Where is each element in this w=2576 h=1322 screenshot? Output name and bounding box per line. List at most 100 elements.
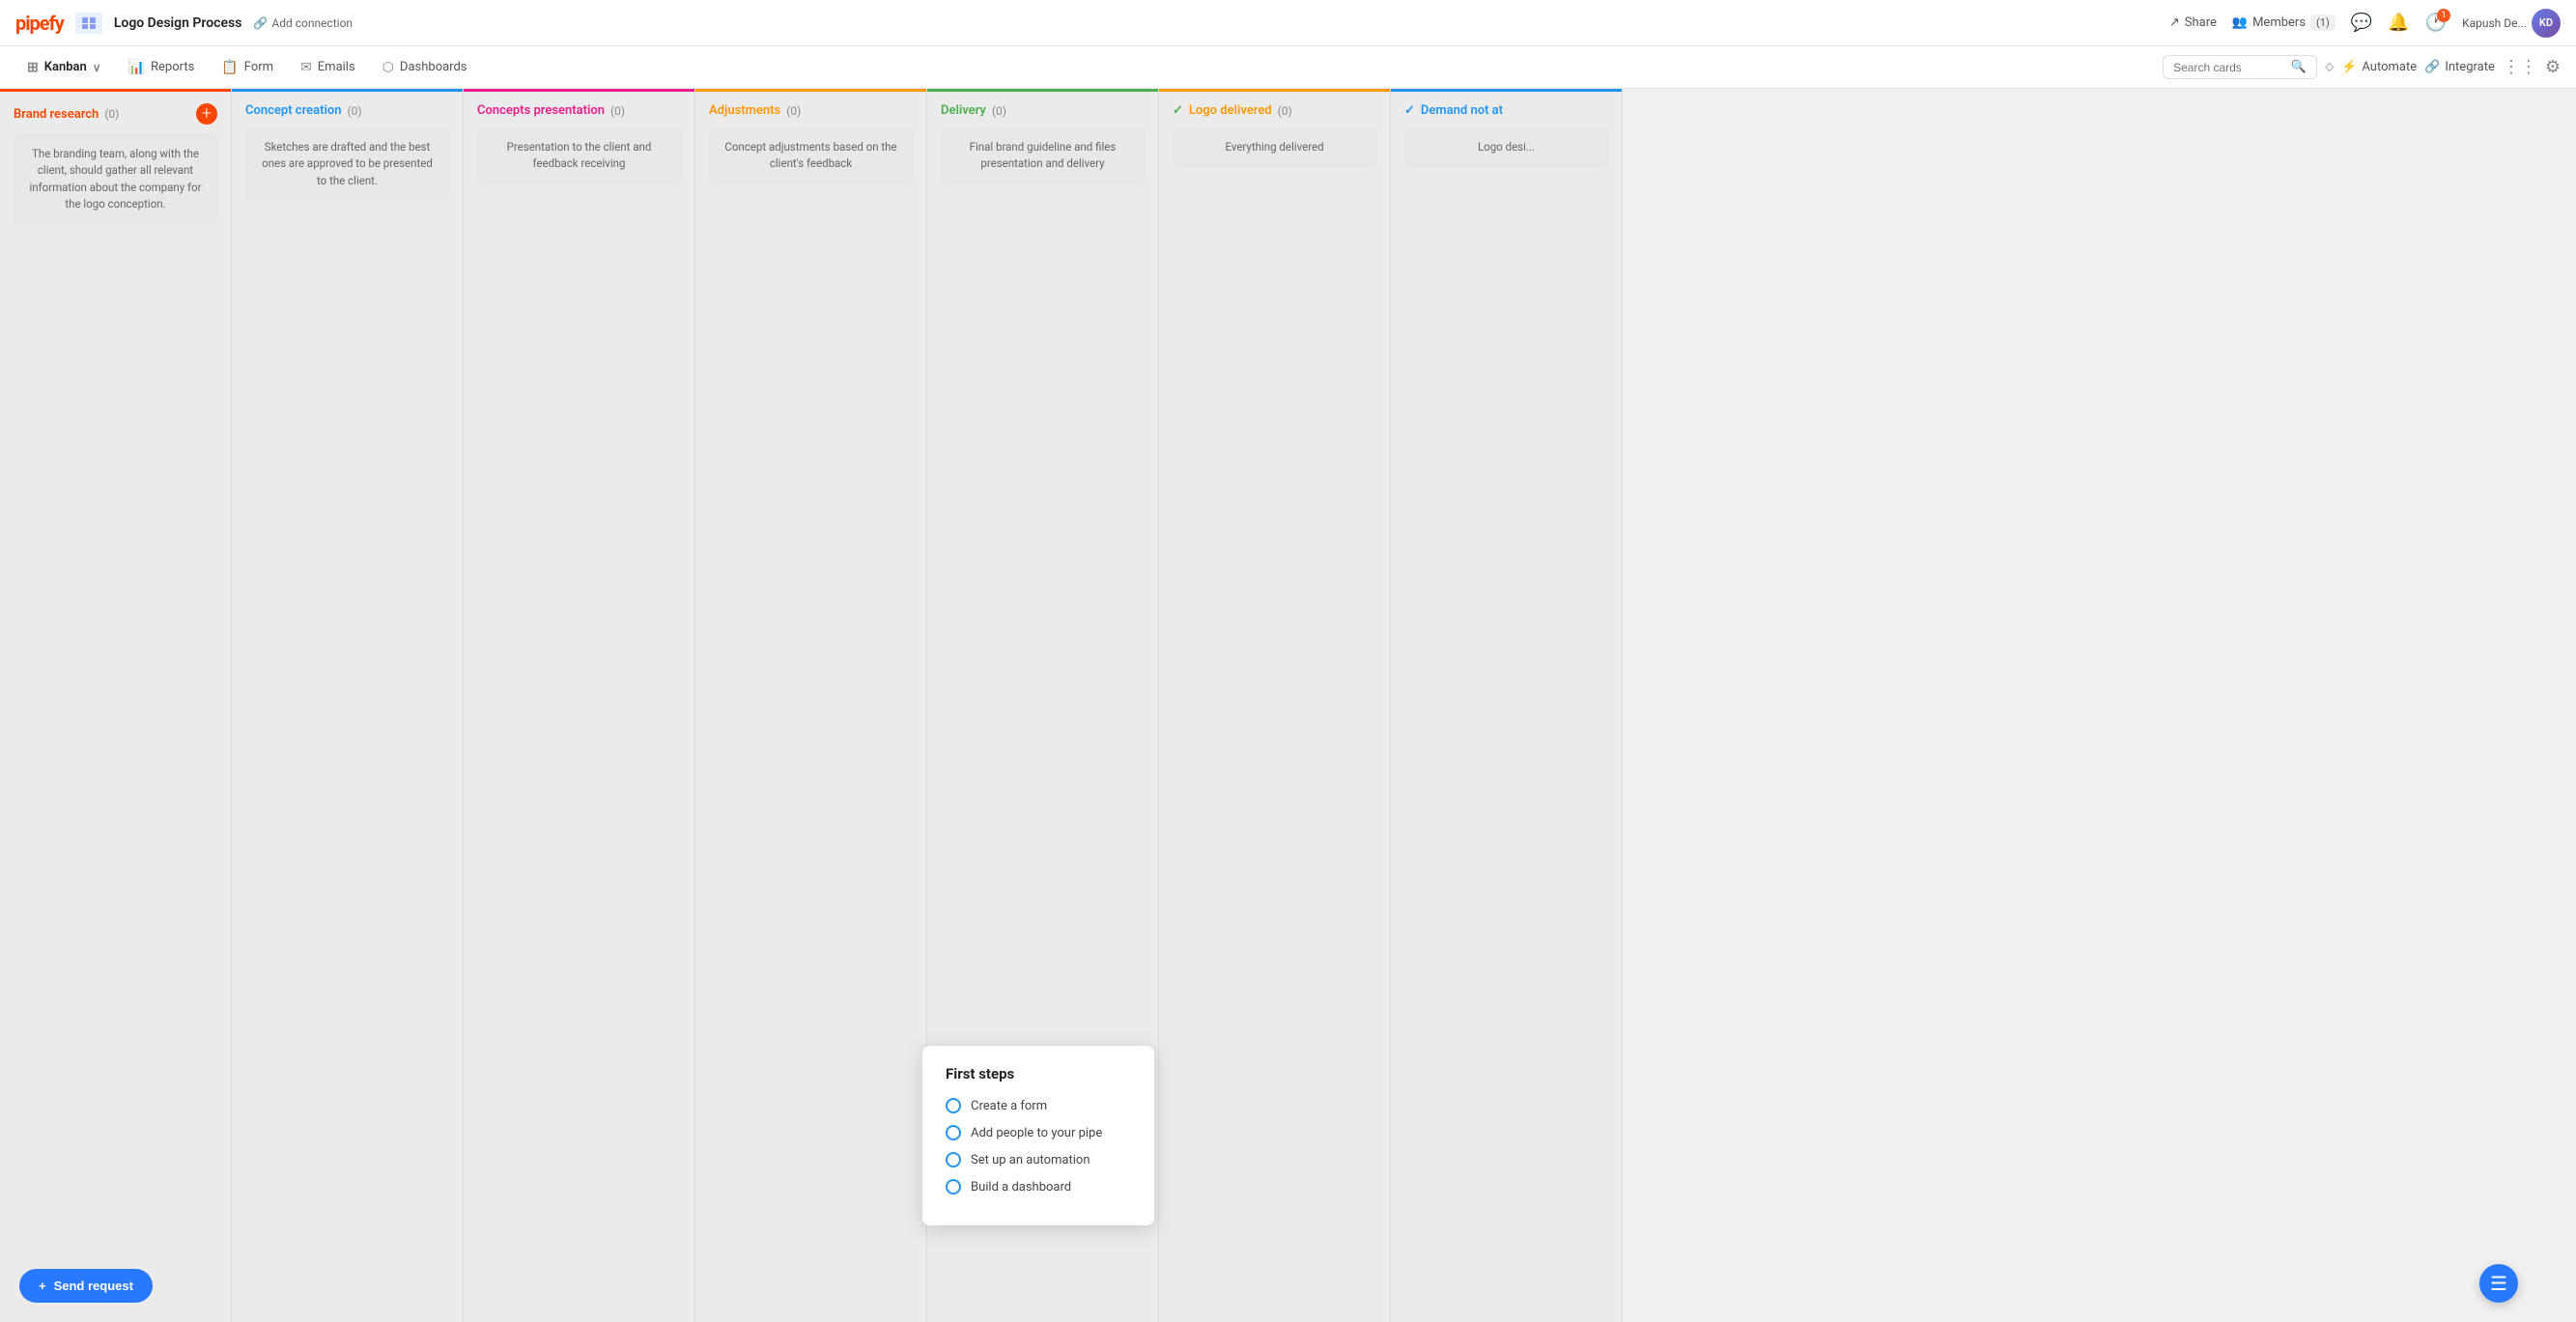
column-title: ✓ Logo delivered (0) — [1173, 103, 1292, 118]
column-brand-research: Brand research (0) + The branding team, … — [0, 89, 232, 1322]
column-body — [1391, 175, 1622, 1322]
first-steps-item-2[interactable]: Add people to your pipe — [946, 1125, 1131, 1140]
column-count: (0) — [786, 104, 801, 118]
column-logo-delivered: ✓ Logo delivered (0) Everything delivere… — [1159, 89, 1391, 1322]
column-title-text: Demand not at — [1421, 103, 1503, 118]
members-button[interactable]: 👥 Members (1) — [2232, 14, 2335, 31]
column-description: Final brand guideline and files presenta… — [941, 127, 1145, 184]
dashboards-icon: ⬡ — [382, 60, 394, 75]
column-title-text: Delivery — [941, 103, 986, 118]
first-steps-item-3[interactable]: Set up an automation — [946, 1152, 1131, 1167]
avatar: KD — [2532, 9, 2561, 38]
column-title: Delivery (0) — [941, 103, 1006, 118]
step-circle-3 — [946, 1152, 961, 1167]
pipe-icon — [75, 13, 102, 34]
column-title: ✓ Demand not at — [1404, 103, 1509, 118]
grid-view-icon[interactable]: ⋮⋮ — [2503, 57, 2537, 77]
column-count: (0) — [610, 104, 625, 118]
tab-kanban[interactable]: ⊞ Kanban ∨ — [15, 52, 113, 83]
activity-button[interactable]: 🕐 1 — [2425, 13, 2447, 33]
first-steps-item-1[interactable]: Create a form — [946, 1098, 1131, 1113]
column-description: Concept adjustments based on the client'… — [709, 127, 913, 184]
column-title: Brand research (0) — [14, 107, 119, 122]
check-blue-icon: ✓ — [1404, 103, 1415, 118]
automate-button[interactable]: ⚡ Automate — [2341, 60, 2417, 74]
column-title: Concept creation (0) — [245, 103, 362, 118]
column-title-text: Logo delivered — [1189, 103, 1272, 118]
column-count: (0) — [1278, 104, 1292, 118]
kanban-board: Brand research (0) + The branding team, … — [0, 89, 2576, 1322]
column-title: Concepts presentation (0) — [477, 103, 625, 118]
chat-button[interactable]: 💬 — [2351, 13, 2372, 33]
column-description: Presentation to the client and feedback … — [477, 127, 681, 184]
filter-icon[interactable]: ⬦ — [2325, 60, 2334, 74]
column-title-text: Brand research — [14, 107, 99, 122]
integrate-icon: 🔗 — [2424, 60, 2440, 74]
column-body — [695, 192, 926, 1322]
column-body — [0, 232, 231, 1322]
share-button[interactable]: ↗ Share — [2169, 15, 2217, 30]
automate-icon: ⚡ — [2341, 60, 2357, 74]
nav-right: ↗ Share 👥 Members (1) 💬 🔔 🕐 1 Kapush De.… — [2169, 9, 2561, 38]
settings-icon[interactable]: ⚙ — [2545, 57, 2561, 77]
column-body — [232, 209, 463, 1322]
integrate-button[interactable]: 🔗 Integrate — [2424, 60, 2495, 74]
search-icon: 🔍 — [2291, 60, 2307, 74]
column-header-logo-delivered: ✓ Logo delivered (0) Everything delivere… — [1159, 89, 1390, 175]
tab-dashboards[interactable]: ⬡ Dashboards — [371, 52, 479, 83]
add-card-button[interactable]: + — [196, 103, 217, 125]
column-count: (0) — [992, 104, 1006, 118]
fab-menu-button[interactable]: ☰ — [2479, 1264, 2518, 1303]
kanban-icon: ⊞ — [27, 60, 39, 75]
column-title-text: Adjustments — [709, 103, 780, 118]
column-body — [464, 192, 694, 1322]
reports-icon: 📊 — [128, 60, 145, 75]
form-icon: 📋 — [221, 60, 238, 75]
members-count: (1) — [2310, 14, 2335, 31]
column-header-concepts-presentation: Concepts presentation (0) Presentation t… — [464, 89, 694, 192]
first-steps-title: First steps — [946, 1065, 1131, 1083]
column-concepts-presentation: Concepts presentation (0) Presentation t… — [464, 89, 695, 1322]
column-adjustments: Adjustments (0) Concept adjustments base… — [695, 89, 927, 1322]
column-title-text: Concept creation — [245, 103, 341, 118]
pipe-name: Logo Design Process — [114, 15, 242, 31]
notification-button[interactable]: 🔔 — [2388, 13, 2409, 33]
menu-icon: ☰ — [2490, 1272, 2507, 1295]
secondary-navbar: ⊞ Kanban ∨ 📊 Reports 📋 Form ✉ Emails ⬡ D… — [0, 46, 2576, 89]
share-icon: ↗ — [2169, 15, 2180, 30]
tab-reports[interactable]: 📊 Reports — [117, 52, 207, 83]
step-label-2: Add people to your pipe — [971, 1126, 1102, 1140]
column-header-brand-research: Brand research (0) + The branding team, … — [0, 89, 231, 232]
column-header-demand-not-at: ✓ Demand not at Logo desi... — [1391, 89, 1622, 175]
step-label-1: Create a form — [971, 1099, 1047, 1113]
column-count: (0) — [104, 107, 119, 121]
column-concept-creation: Concept creation (0) Sketches are drafte… — [232, 89, 464, 1322]
top-navbar: pipefy Logo Design Process 🔗 Add connect… — [0, 0, 2576, 46]
column-body — [1159, 175, 1390, 1322]
first-steps-popup: First steps Create a form Add people to … — [922, 1046, 1154, 1225]
step-circle-1 — [946, 1098, 961, 1113]
send-request-button[interactable]: + Send request — [19, 1269, 153, 1303]
user-menu[interactable]: Kapush De... KD — [2462, 9, 2561, 38]
column-description: Sketches are drafted and the best ones a… — [245, 127, 449, 201]
search-input[interactable] — [2173, 61, 2285, 74]
nav-actions: 🔍 ⬦ ⚡ Automate 🔗 Integrate ⋮⋮ ⚙ — [2163, 55, 2561, 79]
first-steps-item-4[interactable]: Build a dashboard — [946, 1179, 1131, 1195]
column-header-delivery: Delivery (0) Final brand guideline and f… — [927, 89, 1158, 192]
step-label-3: Set up an automation — [971, 1153, 1090, 1167]
link-icon: 🔗 — [253, 16, 268, 30]
pipefy-logo: pipefy — [15, 12, 64, 35]
column-title: Adjustments (0) — [709, 103, 801, 118]
column-description: Logo desi... — [1404, 127, 1608, 167]
column-header-adjustments: Adjustments (0) Concept adjustments base… — [695, 89, 926, 192]
column-count: (0) — [347, 104, 361, 118]
plus-icon: + — [39, 1279, 46, 1293]
tab-emails[interactable]: ✉ Emails — [289, 52, 367, 83]
add-connection-button[interactable]: 🔗 Add connection — [253, 16, 353, 30]
emails-icon: ✉ — [300, 60, 312, 75]
column-description: Everything delivered — [1173, 127, 1376, 167]
search-box[interactable]: 🔍 — [2163, 55, 2317, 79]
tab-form[interactable]: 📋 Form — [210, 52, 285, 83]
bell-icon: 🔔 — [2388, 13, 2409, 33]
column-header-concept-creation: Concept creation (0) Sketches are drafte… — [232, 89, 463, 209]
